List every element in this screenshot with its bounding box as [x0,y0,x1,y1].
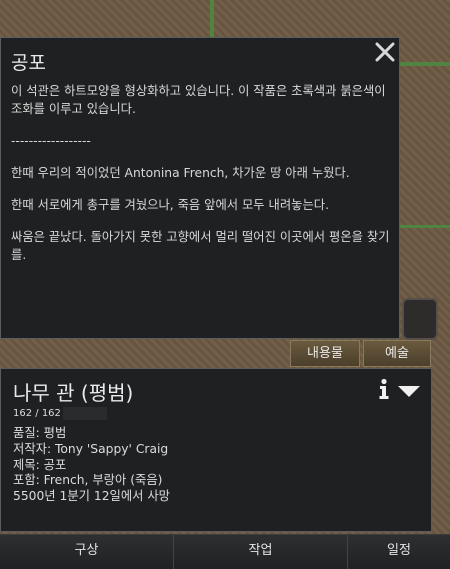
schedule-button[interactable]: 일정 [348,535,450,569]
tab-contents-button[interactable]: 내용물 [290,340,360,367]
work-button[interactable]: 작업 [174,535,348,569]
hp-text: 162 / 162 [13,408,61,419]
author-line: 저작자: Tony 'Sappy' Craig [13,441,169,456]
hp-bar [63,407,107,420]
object-details: 품질: 평범 저작자: Tony 'Sappy' Craig 제목: 공포 포함… [13,426,170,505]
tale-line: 한때 우리의 적이었던 Antonina French, 차가운 땅 아래 누웠… [11,166,350,180]
grass-edge [400,62,450,66]
separator: ------------------ [11,134,91,148]
inspect-panel: 나무 관 (평범) 162 / 162 품질: 평범 저작자: Tony 'Sa… [0,368,432,532]
death-line: 5500년 1분기 12일에서 사망 [13,489,170,504]
tale-line: 한때 서로에게 총구를 겨눴으나, 죽음 앞에서 모두 내려놓는다. [11,198,330,212]
grass-edge [400,225,450,228]
title-line: 제목: 공포 [13,457,67,472]
art-description-text: 이 석관은 하트모양을 형상화하고 있습니다. 이 작품은 초록색과 붉은색이 … [11,84,386,116]
dropdown-icon[interactable] [397,383,421,397]
tab-art-button[interactable]: 예술 [363,340,431,367]
art-description-panel: 공포 이 석관은 하트모양을 형상화하고 있습니다. 이 작품은 초록색과 붉은… [0,37,400,339]
info-icon[interactable] [377,378,391,400]
bottom-bar: 구상 작업 일정 [0,534,450,569]
architect-button[interactable]: 구상 [0,535,174,569]
close-icon[interactable] [373,40,397,64]
tale-line: 싸움은 끝났다. 돌아가지 못한 고향에서 멀리 떨어진 이곳에서 평온을 찾기… [11,230,390,262]
object-title: 나무 관 (평범) [13,381,134,405]
rock-tile [402,298,438,340]
quality-line: 품질: 평범 [13,426,67,440]
contains-line: 포함: French, 부랑아 (죽음) [13,473,163,488]
grass-edge [210,0,214,37]
art-title: 공포 [11,52,46,74]
art-description: 이 석관은 하트모양을 형상화하고 있습니다. 이 작품은 초록색과 붉은색이 … [11,82,391,278]
